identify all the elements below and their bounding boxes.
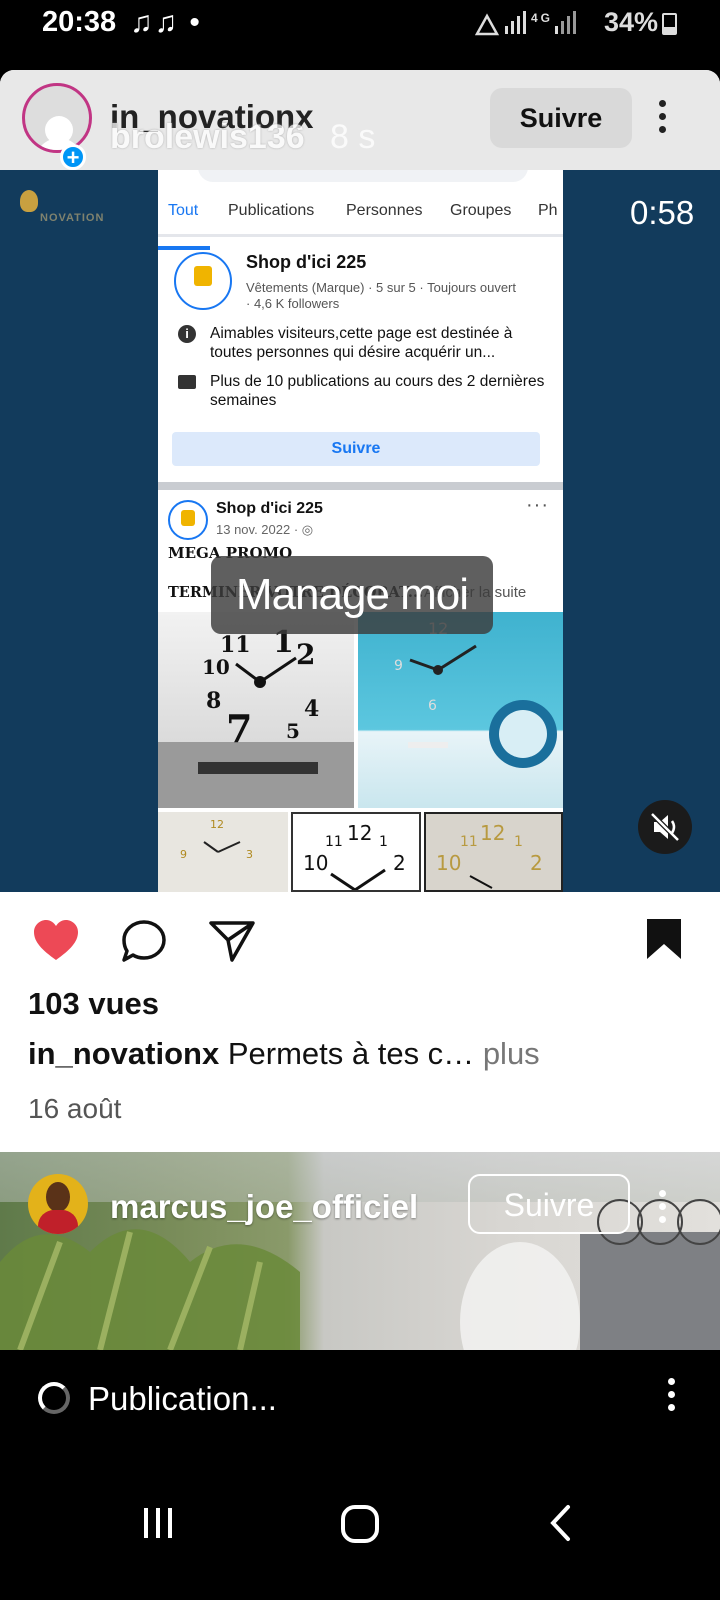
active-tab-underline bbox=[158, 246, 210, 250]
shop-post-author: Shop d'ici 225 bbox=[216, 500, 323, 517]
avatar-face bbox=[46, 1182, 70, 1212]
follow-button[interactable]: Suivre bbox=[490, 88, 632, 148]
tab-publications: Publications bbox=[228, 202, 315, 219]
shop-activity: Plus de 10 publications au cours des 2 d… bbox=[210, 373, 545, 409]
tab-photos: Ph bbox=[538, 202, 558, 219]
svg-text:1: 1 bbox=[379, 834, 388, 850]
android-nav-bar bbox=[0, 1450, 720, 1600]
fb-follow-button: Suivre bbox=[172, 432, 540, 466]
svg-text:4G: 4G bbox=[531, 11, 553, 25]
novation-logo: NOVATION bbox=[16, 190, 111, 238]
shop-post-avatar bbox=[168, 500, 208, 540]
next-post-follow-button[interactable]: Suivre bbox=[468, 1174, 630, 1234]
svg-text:9: 9 bbox=[180, 848, 187, 861]
post-actions: 103 vues in_novationx Permets à tes c… p… bbox=[0, 892, 720, 1152]
share-icon[interactable] bbox=[208, 918, 256, 969]
caption-more-link[interactable]: plus bbox=[483, 1036, 540, 1071]
svg-text:7: 7 bbox=[226, 706, 252, 751]
add-story-icon[interactable]: + bbox=[60, 144, 86, 170]
post-date: 16 août bbox=[28, 1093, 122, 1124]
publishing-more-icon[interactable] bbox=[668, 1378, 676, 1417]
shop-description: Aimables visiteurs,cette page est destin… bbox=[210, 325, 513, 361]
avatar-shirt bbox=[38, 1210, 78, 1234]
bulb-icon bbox=[20, 190, 38, 212]
mute-icon[interactable] bbox=[638, 800, 692, 854]
video-player[interactable]: NOVATION Tout Publications Personnes Gro… bbox=[0, 170, 720, 892]
wall-clock-image-5: 11 12 1 10 2 bbox=[424, 812, 563, 892]
next-post-more-icon[interactable] bbox=[659, 1190, 667, 1229]
shop-meta: Vêtements (Marque) · 5 sur 5 · Toujours … bbox=[246, 280, 516, 295]
svg-text:2: 2 bbox=[530, 851, 543, 875]
shopping-bag-icon bbox=[194, 266, 212, 286]
caption-username[interactable]: in_novationx bbox=[28, 1036, 219, 1071]
info-icon: i bbox=[178, 325, 196, 343]
tab-tout: Tout bbox=[168, 202, 199, 219]
wall-clock-image-1: 11 1 2 10 8 4 7 5 bbox=[158, 612, 354, 808]
story-overlay-time: 8 s bbox=[330, 118, 376, 156]
logo-text: NOVATION bbox=[40, 212, 105, 224]
svg-text:2: 2 bbox=[296, 638, 315, 671]
status-time: 20:38 bbox=[42, 6, 117, 38]
svg-text:9: 9 bbox=[394, 658, 403, 674]
fb-tabs: Tout Publications Personnes Groupes Ph bbox=[158, 188, 563, 250]
heart-icon[interactable] bbox=[32, 918, 80, 967]
avatar[interactable] bbox=[22, 83, 92, 153]
loading-spinner-icon bbox=[38, 1382, 70, 1414]
wall-clock-image-2: 12 9 6 bbox=[358, 612, 563, 808]
post-card: + in_novationx brolewis136 8 s Suivre NO… bbox=[0, 70, 720, 1152]
publishing-bar: Publication... bbox=[0, 1350, 720, 1450]
svg-text:6: 6 bbox=[428, 698, 437, 714]
svg-text:11: 11 bbox=[325, 834, 343, 850]
shop-logo bbox=[174, 252, 232, 310]
svg-text:10: 10 bbox=[202, 655, 230, 679]
svg-text:12: 12 bbox=[480, 821, 505, 845]
screenshot-frame: Tout Publications Personnes Groupes Ph S… bbox=[158, 170, 563, 892]
svg-text:10: 10 bbox=[436, 851, 461, 875]
svg-text:12: 12 bbox=[347, 821, 372, 845]
divider bbox=[158, 482, 563, 490]
svg-text:8: 8 bbox=[206, 688, 221, 714]
more-options-icon[interactable] bbox=[659, 100, 667, 139]
svg-text:4: 4 bbox=[304, 696, 319, 722]
fb-search-bar bbox=[198, 170, 528, 182]
battery-icon bbox=[662, 13, 677, 35]
post-header: + in_novationx brolewis136 8 s Suivre bbox=[0, 70, 720, 170]
recent-apps-icon[interactable] bbox=[140, 1506, 176, 1545]
signal-icon: 4G bbox=[474, 8, 585, 45]
tab-groupes: Groupes bbox=[450, 202, 512, 219]
view-count: 103 vues bbox=[28, 986, 159, 1021]
publishing-label: Publication... bbox=[88, 1380, 277, 1417]
video-duration: 0:58 bbox=[630, 194, 695, 231]
wall-clock-image-4: 11 12 1 10 2 bbox=[291, 812, 421, 892]
bookmark-icon[interactable] bbox=[644, 916, 684, 967]
shopping-bag-icon bbox=[181, 510, 195, 526]
story-overlay-username: brolewis136 bbox=[110, 118, 305, 156]
shop-post-more-icon: ··· bbox=[526, 494, 549, 516]
next-post-avatar[interactable] bbox=[28, 1174, 88, 1234]
status-bar: 20:38 ♫♫ • 4G 34% bbox=[0, 0, 720, 68]
caption-text: Permets à tes c… bbox=[227, 1036, 475, 1071]
home-icon[interactable] bbox=[340, 1504, 380, 1549]
svg-text:1: 1 bbox=[514, 834, 523, 850]
shop-followers: · 4,6 K followers bbox=[246, 296, 340, 311]
next-post-username[interactable]: marcus_joe_officiel bbox=[110, 1188, 418, 1226]
svg-text:2: 2 bbox=[393, 851, 406, 875]
shop-name: Shop d'ici 225 bbox=[246, 252, 367, 272]
svg-text:5: 5 bbox=[286, 719, 300, 743]
video-caption-overlay: Manage moi bbox=[211, 556, 493, 634]
svg-text:11: 11 bbox=[460, 834, 478, 850]
back-icon[interactable] bbox=[548, 1504, 574, 1547]
shop-post-date: 13 nov. 2022 · ◎ bbox=[216, 522, 314, 537]
post-caption[interactable]: in_novationx Permets à tes c… plus bbox=[28, 1036, 540, 1072]
svg-text:10: 10 bbox=[303, 851, 328, 875]
wall-clock-image-3: 12 9 3 bbox=[158, 812, 288, 892]
comment-icon[interactable] bbox=[120, 918, 168, 969]
music-notification-icon: ♫♫ • bbox=[130, 6, 202, 39]
next-post: marcus_joe_officiel Suivre bbox=[0, 1152, 720, 1350]
posts-icon bbox=[178, 375, 196, 389]
tab-personnes: Personnes bbox=[346, 202, 423, 219]
svg-text:3: 3 bbox=[246, 848, 253, 861]
svg-text:12: 12 bbox=[210, 818, 224, 831]
battery-percent: 34% bbox=[603, 7, 658, 37]
